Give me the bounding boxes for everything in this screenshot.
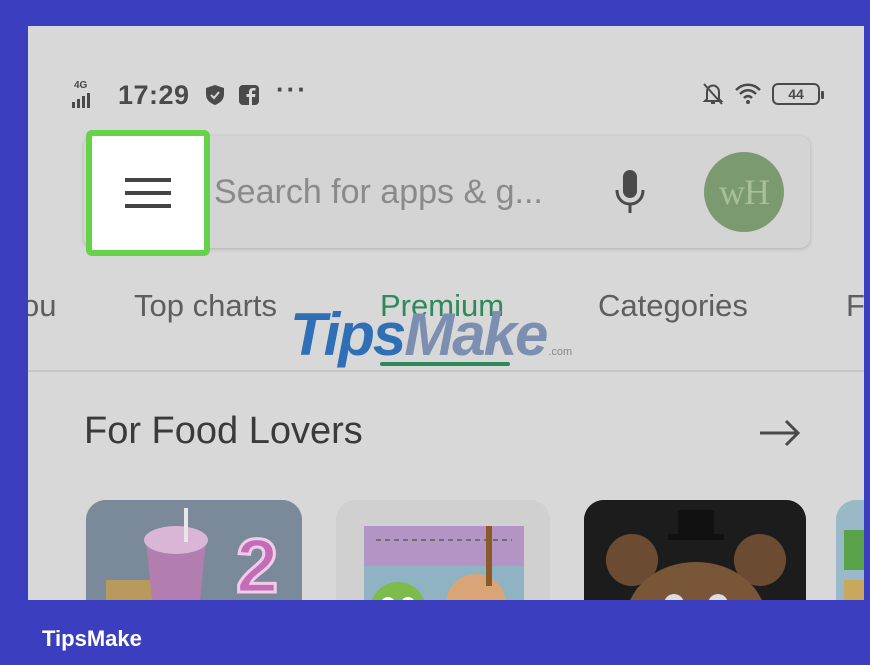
brand-label: TipsMake	[42, 626, 142, 651]
facebook-icon	[239, 85, 259, 105]
section-title: For Food Lovers	[84, 410, 363, 452]
tab-top-charts[interactable]: Top charts	[134, 288, 277, 324]
menu-button[interactable]	[86, 130, 210, 256]
battery-level: 44	[788, 86, 804, 102]
network-label: 4G	[74, 80, 88, 91]
five-nights-app-icon	[584, 500, 806, 600]
battery-icon: 44	[772, 83, 824, 105]
app-card-partial[interactable]	[836, 500, 864, 600]
avatar[interactable]: wH	[704, 152, 784, 232]
svg-text:2: 2	[236, 524, 278, 600]
microphone-icon[interactable]	[612, 168, 648, 218]
shield-icon	[206, 85, 224, 105]
app-card-freddy[interactable]	[584, 500, 806, 600]
status-bar: 4G 17:29 ··· 44	[28, 74, 864, 116]
cut-the-rope-app-icon	[336, 500, 550, 600]
tabs-divider	[28, 370, 864, 372]
watermark: TipsMake .com	[290, 301, 573, 368]
milkshake-app-icon: 2	[86, 500, 302, 600]
arrow-right-icon[interactable]	[758, 418, 802, 448]
bell-off-icon	[702, 83, 724, 105]
wifi-icon	[735, 83, 761, 104]
signal-icon: 4G	[72, 80, 100, 110]
tab-categories[interactable]: Categories	[598, 288, 748, 324]
hamburger-menu-icon	[125, 178, 171, 208]
more-notifications-indicator: ···	[276, 74, 308, 104]
status-time: 17:29	[118, 80, 190, 110]
app-card-cut-the-rope[interactable]	[336, 500, 550, 600]
tab-next[interactable]: F	[846, 288, 864, 324]
avatar-initials: wH	[719, 172, 770, 212]
search-input[interactable]	[214, 166, 594, 218]
tab-for-you[interactable]: ou	[28, 288, 56, 324]
app-card-milkshake[interactable]: 2	[86, 500, 302, 600]
partial-app-icon	[836, 500, 864, 600]
